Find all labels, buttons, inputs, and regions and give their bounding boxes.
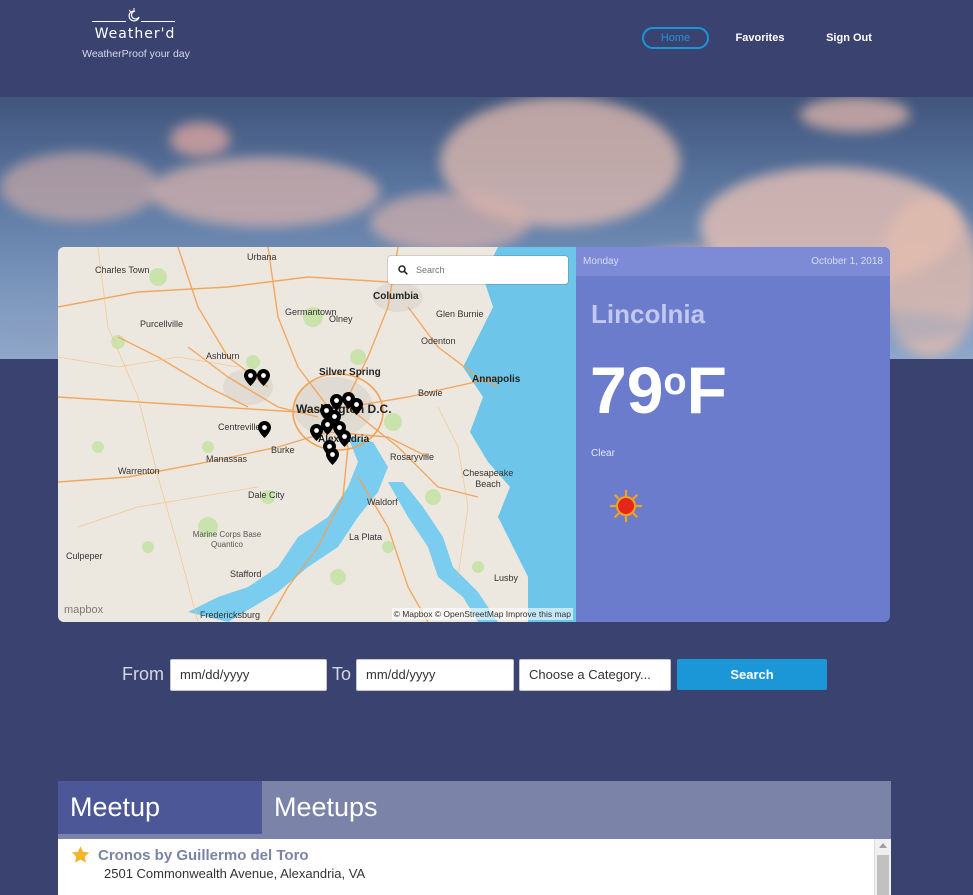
map-label: Waldorf: [367, 497, 398, 507]
events-list: Cronos by Guillermo del Toro 2501 Common…: [58, 839, 891, 895]
map-label: Chesapeake Beach: [462, 468, 514, 489]
brand-logo[interactable]: Weather'd WeatherProof your day: [80, 8, 195, 68]
map-label: La Plata: [349, 532, 383, 542]
map-label: Ashburn: [206, 351, 240, 361]
map-marker-icon[interactable]: [326, 448, 339, 465]
brand-tagline: WeatherProof your day: [82, 48, 190, 60]
weather-temperature: 79oF: [590, 357, 727, 423]
map-label: Annapolis: [472, 374, 521, 385]
map-label: Burke: [271, 445, 295, 455]
from-label: From: [122, 664, 164, 684]
map-search-input[interactable]: [416, 262, 561, 278]
map-marker-icon[interactable]: [244, 369, 257, 386]
event-title[interactable]: Cronos by Guillermo del Toro: [98, 847, 309, 864]
map-label: Purcellville: [140, 319, 184, 329]
sun-icon: [610, 490, 642, 522]
temperature-value: 79: [590, 353, 664, 427]
brand-title: Weather'd: [94, 26, 176, 42]
map-label: Rosaryville: [390, 452, 435, 462]
map-label: Lusby: [494, 573, 519, 583]
map-marker-icon[interactable]: [338, 430, 351, 447]
weather-panel: Monday October 1, 2018 Lincolnia 79oF Cl…: [576, 247, 890, 622]
map-attribution[interactable]: © Mapbox © OpenStreetMap Improve this ma…: [391, 608, 573, 620]
map-label: Culpeper: [66, 551, 103, 561]
sun-moon-icon: [128, 8, 140, 22]
scroll-up-icon[interactable]: [879, 843, 887, 848]
events-tabs: Meetup Events Meetups: [58, 781, 891, 875]
logo-divider: [92, 21, 126, 22]
weather-city: Lincolnia: [591, 299, 706, 329]
nav-favorites[interactable]: Favorites: [728, 27, 792, 49]
map-label: Bowie: [418, 388, 443, 398]
mapbox-logo[interactable]: mapbox: [64, 604, 103, 616]
map-marker-icon[interactable]: [257, 369, 270, 386]
map-label: Silver Spring: [319, 367, 381, 378]
map[interactable]: Charles Town Urbana Columbia Germantown …: [58, 247, 576, 622]
to-date-input[interactable]: mm/dd/yyyy: [356, 659, 514, 691]
map-label: Warrenton: [118, 466, 160, 476]
map-label: Urbana: [247, 252, 277, 262]
map-label: Stafford: [230, 569, 262, 579]
map-label: Glen Burnie: [436, 309, 484, 319]
map-search[interactable]: [388, 256, 568, 284]
scroll-thumb[interactable]: [877, 855, 889, 895]
to-label: To: [332, 664, 352, 684]
search-button[interactable]: Search: [677, 659, 827, 690]
nav-sign-out[interactable]: Sign Out: [820, 27, 878, 49]
map-marker-icon[interactable]: [258, 421, 271, 438]
map-marker-icon[interactable]: [310, 424, 323, 441]
search-icon: [398, 265, 408, 275]
header: Weather'd WeatherProof your day Home Fav…: [0, 0, 973, 97]
map-marker-icon[interactable]: [350, 398, 363, 415]
map-label: Marine Corps Base Quantico: [192, 530, 262, 549]
degree-symbol: o: [663, 361, 687, 403]
map-label: Centreville: [218, 422, 261, 432]
map-label: Dale City: [248, 490, 285, 500]
event-address: 2501 Commonwealth Avenue, Alexandria, VA: [104, 866, 366, 881]
from-date-input[interactable]: mm/dd/yyyy: [170, 659, 327, 691]
category-select[interactable]: Choose a Category...: [519, 659, 671, 691]
tab-meetups[interactable]: Meetups: [262, 781, 390, 834]
logo-divider: [141, 21, 175, 22]
map-label: Charles Town: [95, 265, 150, 275]
map-label: Odenton: [421, 336, 456, 346]
star-icon[interactable]: [70, 845, 91, 865]
map-label: Manassas: [206, 454, 248, 464]
map-label: Columbia: [373, 291, 419, 302]
weather-day: Monday: [583, 256, 619, 267]
weather-condition: Clear: [591, 448, 615, 459]
scrollbar[interactable]: [874, 839, 891, 895]
weather-date: October 1, 2018: [811, 256, 883, 267]
nav-home[interactable]: Home: [642, 27, 709, 49]
map-label: Fredericksburg: [200, 610, 261, 620]
temperature-unit: F: [686, 353, 727, 427]
weather-date-bar: Monday October 1, 2018: [576, 247, 890, 276]
map-label: Olney: [329, 314, 353, 324]
tab-meetup-events[interactable]: Meetup Events: [58, 781, 262, 875]
